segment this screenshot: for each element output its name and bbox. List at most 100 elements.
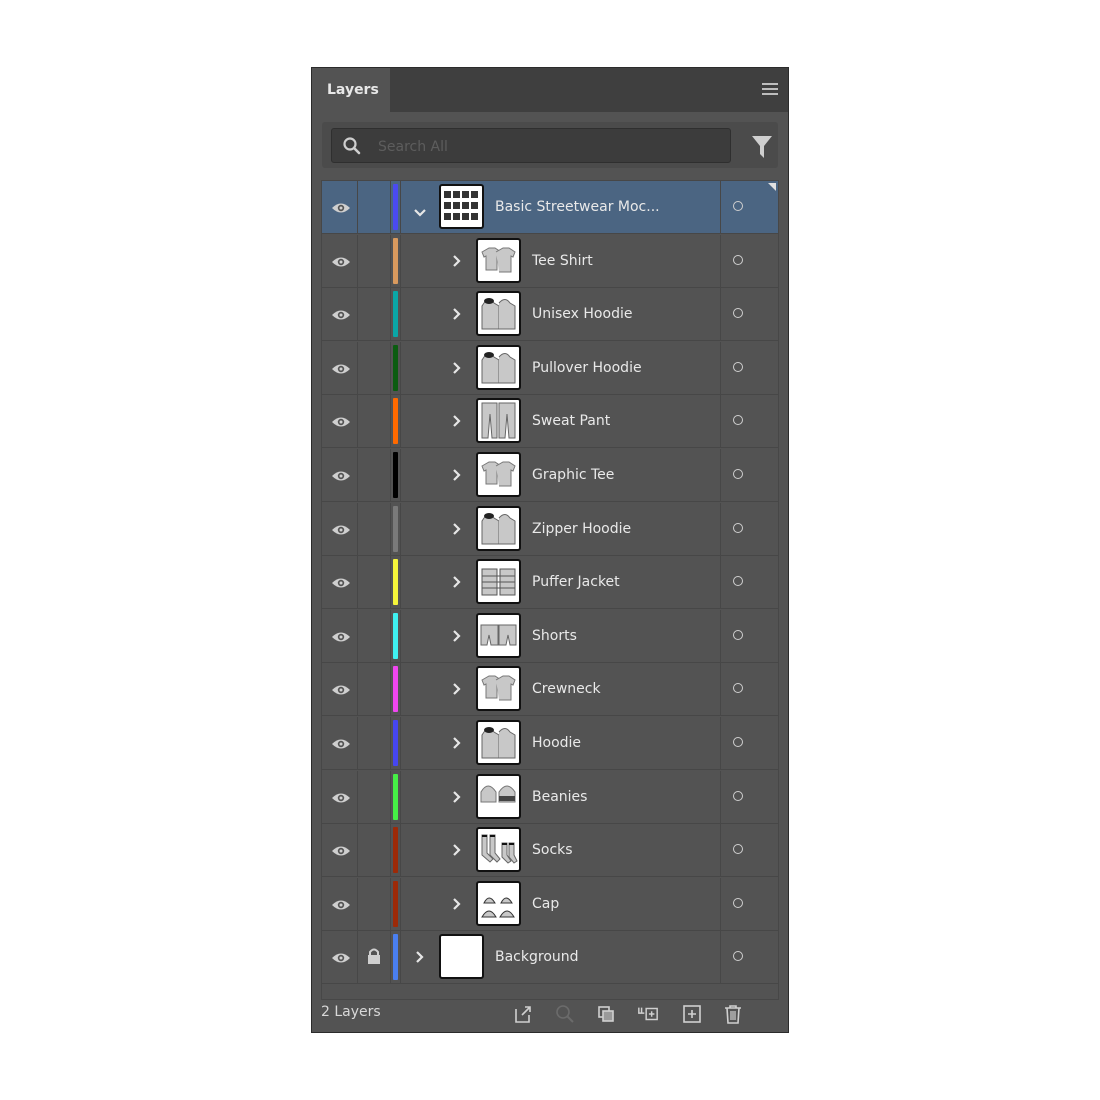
layer-row[interactable]: Puffer Jacket [322,556,778,610]
visibility-toggle[interactable] [322,449,358,501]
target-cell[interactable] [720,181,778,233]
target-cell[interactable] [720,395,778,448]
layer-main-cell[interactable]: Hoodie [400,717,720,769]
visibility-toggle[interactable] [322,395,358,448]
layer-name[interactable]: Pullover Hoodie [532,342,642,395]
chevron-right-icon[interactable] [452,789,462,808]
target-cell[interactable] [720,663,778,716]
create-sublayer-icon[interactable] [637,1003,659,1025]
layer-main-cell[interactable]: Basic Streetwear Moc... [400,181,720,233]
target-circle-icon[interactable] [733,951,743,962]
chevron-right-icon[interactable] [452,574,462,593]
layer-name[interactable]: Background [495,931,579,984]
visibility-toggle[interactable] [322,824,358,877]
layer-name[interactable]: Basic Streetwear Moc... [495,181,660,234]
lock-toggle[interactable] [358,502,391,555]
chevron-right-icon[interactable] [452,896,462,915]
lock-toggle[interactable] [358,877,391,930]
chevron-right-icon[interactable] [452,628,462,647]
chevron-right-icon[interactable] [452,306,462,325]
target-circle-icon[interactable] [733,254,743,265]
target-cell[interactable] [720,931,778,984]
lock-toggle[interactable] [358,663,391,716]
lock-toggle[interactable] [358,609,391,662]
visibility-toggle[interactable] [322,931,358,984]
target-circle-icon[interactable] [733,897,743,908]
chevron-right-icon[interactable] [452,360,462,379]
layer-name[interactable]: Hoodie [532,717,581,770]
layer-row[interactable]: Zipper Hoodie [322,502,778,556]
chevron-right-icon[interactable] [452,521,462,540]
visibility-toggle[interactable] [322,502,358,555]
locate-object-icon[interactable] [554,1003,576,1025]
layer-row[interactable]: Socks [322,824,778,878]
layer-row[interactable]: Crewneck [322,663,778,717]
lock-toggle[interactable] [358,717,391,769]
layer-name[interactable]: Crewneck [532,663,601,716]
layer-name[interactable]: Cap [532,878,559,931]
layer-name[interactable]: Zipper Hoodie [532,503,631,556]
layer-row[interactable]: Unisex Hoodie [322,288,778,342]
chevron-right-icon[interactable] [452,413,462,432]
target-cell[interactable] [720,717,778,769]
chevron-down-icon[interactable] [413,203,427,222]
visibility-toggle[interactable] [322,234,358,287]
target-cell[interactable] [720,556,778,609]
chevron-right-icon[interactable] [452,681,462,700]
layer-row[interactable]: Cap [322,877,778,931]
visibility-toggle[interactable] [322,341,358,394]
lock-toggle[interactable] [358,449,391,501]
layer-name[interactable]: Puffer Jacket [532,556,620,609]
search-box[interactable] [331,128,731,164]
visibility-toggle[interactable] [322,181,358,233]
layer-main-cell[interactable]: Sweat Pant [400,395,720,448]
target-cell[interactable] [720,609,778,662]
layer-row[interactable]: Pullover Hoodie [322,341,778,395]
chevron-right-icon[interactable] [415,949,425,968]
layer-main-cell[interactable]: Tee Shirt [400,234,720,288]
chevron-right-icon[interactable] [452,253,462,272]
target-cell[interactable] [720,824,778,877]
lock-toggle[interactable] [358,341,391,394]
layer-main-cell[interactable]: Crewneck [400,663,720,716]
lock-toggle[interactable] [358,556,391,609]
layer-main-cell[interactable]: Cap [400,877,720,931]
chevron-right-icon[interactable] [452,735,462,754]
visibility-toggle[interactable] [322,663,358,716]
target-cell[interactable] [720,234,778,287]
layer-name[interactable]: Sweat Pant [532,395,610,448]
visibility-toggle[interactable] [322,770,358,823]
chevron-right-icon[interactable] [452,842,462,861]
layer-name[interactable]: Shorts [532,610,577,663]
layer-row[interactable]: Beanies [322,770,778,824]
layer-main-cell[interactable]: Beanies [400,770,720,824]
target-cell[interactable] [720,341,778,394]
target-cell[interactable] [720,877,778,930]
lock-toggle[interactable] [358,181,391,233]
visibility-toggle[interactable] [322,717,358,769]
layer-main-cell[interactable]: Socks [400,824,720,877]
target-cell[interactable] [720,288,778,341]
lock-toggle[interactable] [358,288,391,341]
layer-name[interactable]: Socks [532,824,573,877]
layer-name[interactable]: Beanies [532,771,587,824]
layer-row[interactable]: Shorts [322,609,778,663]
target-circle-icon[interactable] [733,737,743,747]
search-input[interactable] [376,129,720,164]
target-circle-icon[interactable] [733,361,743,372]
lock-toggle[interactable] [358,770,391,823]
layer-name[interactable]: Tee Shirt [532,235,593,288]
target-circle-icon[interactable] [733,790,743,801]
lock-toggle[interactable] [358,395,391,448]
target-cell[interactable] [720,449,778,501]
target-circle-icon[interactable] [733,522,743,533]
layer-row[interactable]: Tee Shirt [322,234,778,288]
target-circle-icon[interactable] [733,683,743,694]
chevron-right-icon[interactable] [452,467,462,486]
hamburger-menu-icon[interactable] [762,83,778,96]
visibility-toggle[interactable] [322,288,358,341]
target-circle-icon[interactable] [733,844,743,855]
filter-funnel-icon[interactable] [751,134,773,160]
visibility-toggle[interactable] [322,556,358,609]
lock-toggle[interactable] [358,234,391,287]
